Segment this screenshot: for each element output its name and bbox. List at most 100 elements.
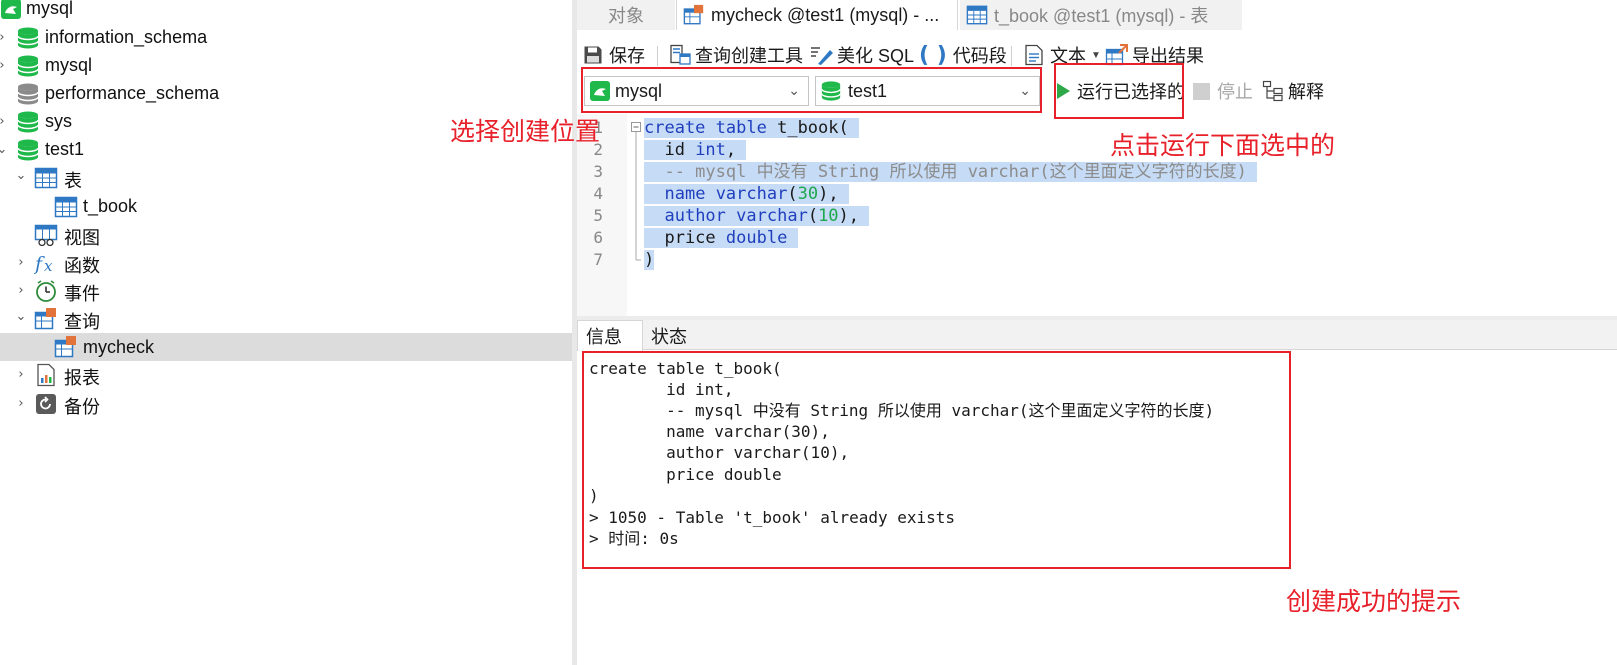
export-results-button[interactable]: 导出结果 [1105, 38, 1204, 72]
chevron-right-icon[interactable]: › [15, 256, 27, 269]
tree-folder-queries[interactable]: ⌄ 查询 [0, 305, 572, 333]
save-label: 保存 [609, 46, 645, 66]
tree-label: mysql [45, 55, 93, 75]
database-icon [17, 55, 39, 77]
explain-label: 解释 [1288, 82, 1324, 102]
code-line: id int, [644, 140, 747, 160]
line-number: 6 [593, 228, 603, 247]
tree-label: mycheck [83, 337, 155, 357]
result-tab-bar: 信息 状态 [577, 320, 1617, 351]
run-selected-label: 运行已选择的 [1077, 82, 1185, 102]
text-mode-label: 文本 [1050, 46, 1086, 66]
tab-label: t_book @test1 (mysql) - 表 [994, 6, 1209, 26]
tab-mycheck-query[interactable]: mycheck @test1 (mysql) - ... [676, 0, 958, 30]
tree-folder-tables[interactable]: ⌄ 表 [0, 164, 572, 192]
connection-select[interactable]: mysql ⌄ [584, 76, 809, 106]
tab-label: 信息 [586, 327, 622, 347]
save-icon [584, 46, 602, 64]
mysql-connection-icon [590, 81, 610, 101]
output-line: > 1050 - Table 't_book' already exists [589, 508, 956, 527]
text-mode-dropdown[interactable]: 文本 ▼ [1024, 38, 1101, 72]
code-fold-icon[interactable] [631, 122, 641, 262]
chevron-down-icon[interactable]: ⌄ [0, 143, 8, 156]
clock-icon [36, 280, 56, 302]
code-line: ) [644, 250, 655, 270]
beautify-icon [811, 47, 833, 65]
beautify-sql-button[interactable]: 美化 SQL [810, 38, 914, 72]
tree-label: 视图 [64, 228, 100, 248]
chevron-down-icon: ⌄ [1019, 83, 1031, 99]
function-icon: f x [34, 253, 53, 275]
connection-select-value: mysql [615, 80, 663, 101]
tab-label: 状态 [651, 326, 687, 347]
code-line: author varchar(10), [644, 205, 870, 227]
tree-folder-views[interactable]: 视图 [0, 221, 572, 249]
tree-label: 函数 [64, 256, 100, 276]
tab-t-book-table[interactable]: t_book @test1 (mysql) - 表 [960, 0, 1242, 30]
annotation-success-hint: 创建成功的提示 [1286, 587, 1462, 616]
code-line: -- mysql 中没有 String 所以使用 varchar(这个里面定义字… [644, 161, 1258, 183]
backup-icon [36, 394, 56, 414]
tab-info[interactable]: 信息 [577, 320, 643, 351]
tree-db-information-schema[interactable]: › information_schema [0, 24, 572, 52]
tree-folder-events[interactable]: › 事件 [0, 277, 572, 305]
database-icon [821, 81, 841, 101]
tree-label: test1 [45, 139, 85, 159]
tree-folder-backup[interactable]: › 备份 [0, 390, 572, 418]
tree-query-mycheck[interactable]: mycheck [0, 333, 572, 361]
database-icon [17, 83, 39, 105]
line-number: 7 [593, 250, 603, 269]
sql-editor[interactable]: 1 2 3 4 5 6 7 create table t_book( id in… [577, 114, 1617, 316]
tree-connection-mysql[interactable]: mysql [0, 0, 572, 24]
query-builder-icon [670, 44, 691, 65]
code-line: create table t_book( [644, 118, 859, 138]
code-snippet-icon: ( ) [919, 42, 947, 68]
tree-label: 表 [64, 171, 82, 191]
tree-db-mysql[interactable]: › mysql [0, 52, 572, 80]
code-snippet-button[interactable]: ( ) 代码段 [919, 38, 1007, 72]
chevron-down-icon[interactable]: ⌄ [15, 310, 27, 323]
database-select[interactable]: test1 ⌄ [815, 76, 1040, 106]
output-line: id int, [589, 380, 734, 399]
tab-objects[interactable]: 对象 [577, 0, 675, 30]
output-line: create table t_book( [589, 359, 782, 378]
chevron-right-icon[interactable]: › [0, 31, 8, 44]
query-builder-label: 查询创建工具 [695, 46, 803, 66]
chevron-right-icon[interactable]: › [15, 368, 27, 381]
query-builder-button[interactable]: 查询创建工具 [669, 38, 803, 72]
table-icon [54, 196, 78, 218]
export-icon [1105, 44, 1128, 66]
explain-button[interactable]: 解释 [1262, 76, 1324, 106]
play-icon [1057, 83, 1070, 99]
tree-label: performance_schema [45, 83, 220, 103]
tab-label: 对象 [608, 6, 644, 26]
line-number: 5 [593, 206, 603, 225]
save-button[interactable]: 保存 [583, 38, 645, 72]
tree-label: 查询 [64, 312, 100, 332]
tree-table-t-book[interactable]: t_book [0, 192, 572, 220]
chevron-right-icon[interactable]: › [0, 115, 8, 128]
run-selected-button[interactable]: 运行已选择的 [1055, 76, 1185, 106]
tab-status[interactable]: 状态 [643, 320, 705, 351]
dropdown-caret-icon: ▼ [1091, 49, 1101, 61]
explain-icon [1262, 80, 1283, 102]
chevron-right-icon[interactable]: › [15, 284, 27, 297]
tree-folder-reports[interactable]: › 报表 [0, 361, 572, 389]
output-line: -- mysql 中没有 String 所以使用 varchar(这个里面定义字… [589, 401, 1215, 420]
query-icon [683, 4, 704, 25]
chevron-down-icon: ⌄ [788, 83, 800, 99]
chevron-right-icon[interactable]: › [15, 397, 27, 410]
editor-tab-bar: 对象 mycheck @test1 (mysql) - ... t_book @… [577, 0, 1617, 30]
tree-label: 报表 [64, 368, 100, 388]
line-number: 3 [593, 162, 603, 181]
query-icon [54, 336, 76, 358]
table-icon [34, 167, 58, 189]
code-line: name varchar(30), [644, 183, 849, 205]
chevron-right-icon[interactable]: › [0, 59, 8, 72]
chevron-down-icon[interactable]: ⌄ [15, 169, 27, 182]
output-line: ) [589, 486, 599, 505]
stop-button[interactable]: 停止 [1193, 76, 1253, 106]
connection-tree: mysql › information_schema › mysql p [0, 0, 572, 665]
tree-folder-functions[interactable]: › f x 函数 [0, 249, 572, 277]
tree-db-performance-schema[interactable]: performance_schema [0, 80, 572, 108]
